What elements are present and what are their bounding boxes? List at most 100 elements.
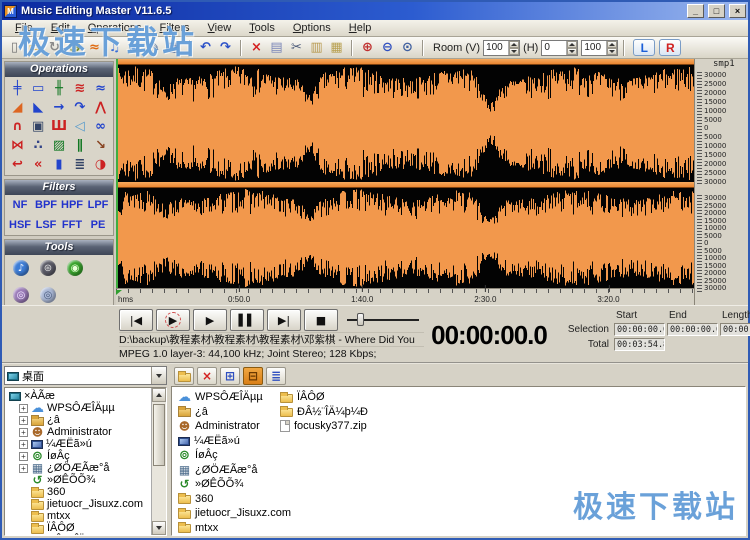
folder-go-button[interactable] <box>174 367 194 385</box>
file-list-item[interactable]: Administrator <box>178 419 280 434</box>
combobox-dropdown-button[interactable] <box>151 367 166 384</box>
expand-toggle[interactable]: + <box>19 464 28 473</box>
record-icon[interactable]: ≈ <box>85 38 104 57</box>
record-microphone-icon[interactable]: ♪ <box>13 260 29 276</box>
delete-icon[interactable]: × <box>247 38 266 57</box>
mute-icon[interactable]: ◁ <box>69 118 90 134</box>
pitch-bend-icon[interactable]: ↷ <box>69 99 90 115</box>
tree-item[interactable]: ÐÂ½¨ÎÄ¼þ¼Ð <box>7 534 151 535</box>
scatter-icon[interactable]: ∴ <box>28 137 49 153</box>
location-combobox[interactable]: 桌面 <box>4 366 167 385</box>
media-player-icon[interactable]: ◉ <box>125 38 144 57</box>
view-icons-button[interactable]: ⊞ <box>220 367 240 385</box>
loop-play-button[interactable]: ▶ <box>156 309 190 331</box>
resample-icon[interactable]: ↘ <box>90 137 111 153</box>
menu-filters[interactable]: Filters <box>151 21 199 35</box>
zoom-v-spinner[interactable]: 100 <box>483 40 520 56</box>
zoom-h-offset-spinner-value[interactable]: 0 <box>542 41 566 55</box>
tree-item[interactable]: jietuocr_Jisuxz.com <box>7 498 151 510</box>
cut-icon[interactable]: ✂ <box>287 38 306 57</box>
paste-icon[interactable]: ▥ <box>307 38 326 57</box>
zoom-h-spinner[interactable]: 100 <box>581 40 618 56</box>
menu-help[interactable]: Help <box>340 21 381 35</box>
hatch-fill-icon[interactable]: ▨ <box>49 137 70 153</box>
filter-hpf-button[interactable]: HPF <box>59 199 85 211</box>
tree-item[interactable]: ×ÀÃæ <box>7 390 151 402</box>
menu-options[interactable]: Options <box>284 21 340 35</box>
stop-button[interactable]: ■ <box>304 309 338 331</box>
delete-file-button[interactable]: × <box>197 367 217 385</box>
echo-icon[interactable]: « <box>28 156 49 172</box>
file-list-item[interactable]: WPSÔÆÎÄµµ <box>178 390 280 405</box>
spin-down-button[interactable] <box>509 48 519 55</box>
zoom-in-icon[interactable]: ⊕ <box>358 38 377 57</box>
zoom-fit-icon[interactable]: ⊙ <box>398 38 417 57</box>
menu-file[interactable]: File <box>6 21 42 35</box>
mix-paste-icon[interactable]: ☻ <box>65 38 84 57</box>
balance-icon[interactable]: ◑ <box>90 156 111 172</box>
insert-silence-icon[interactable]: ▮ <box>49 156 70 172</box>
copy-icon[interactable]: ▤ <box>267 38 286 57</box>
playhead-line[interactable] <box>116 59 118 288</box>
tone-icon[interactable]: ≈ <box>90 80 111 96</box>
zoom-h-offset-spinner[interactable]: 0 <box>541 40 578 56</box>
video-tool-icon[interactable]: ⊛ <box>40 260 56 276</box>
selection-start-field[interactable]: 00:00:00.0 <box>614 323 665 336</box>
right-channel-button[interactable]: R <box>659 39 681 56</box>
tree-item[interactable]: +¿ØÖÆÃæ°å <box>7 462 151 474</box>
file-list-item[interactable]: ÐÂ½¨ÎÄ¼þ¼Ð <box>280 405 382 420</box>
filter-nf-button[interactable]: NF <box>7 199 33 211</box>
play-button[interactable]: ▶ <box>193 309 227 331</box>
tree-item[interactable]: mtxx <box>7 510 151 522</box>
fade-out-icon[interactable]: ◣ <box>28 99 49 115</box>
file-list-item[interactable]: ¼ÆËã»ú <box>178 434 280 449</box>
tree-item[interactable]: +¼ÆËã»ú <box>7 438 151 450</box>
filter-hsf-button[interactable]: HSF <box>7 219 33 231</box>
close-button[interactable]: × <box>729 4 746 18</box>
scroll-down-button[interactable] <box>152 521 166 535</box>
chorus-icon[interactable]: ⋀ <box>90 99 111 115</box>
normalize-icon[interactable]: ╫ <box>49 80 70 96</box>
file-list-item[interactable]: »ØÊÕÕ¾ <box>178 477 280 492</box>
expand-toggle[interactable]: + <box>19 416 28 425</box>
scroll-up-button[interactable] <box>152 388 166 402</box>
web-media-icon[interactable]: ◎ <box>13 287 29 303</box>
edit-icon[interactable]: ✎ <box>145 38 164 57</box>
scrollbar-thumb[interactable] <box>153 404 165 466</box>
file-list-item[interactable]: mtxx <box>178 521 280 536</box>
slider-thumb[interactable] <box>357 313 364 326</box>
tree-scrollbar[interactable] <box>151 388 166 535</box>
undo-icon[interactable]: ↶ <box>196 38 215 57</box>
minimize-button[interactable]: _ <box>687 4 704 18</box>
expand-toggle[interactable]: + <box>19 404 28 413</box>
file-list-item[interactable]: ¿â <box>178 405 280 420</box>
new-file-icon[interactable]: ▯ <box>5 38 24 57</box>
paste-new-icon[interactable]: ▦ <box>327 38 346 57</box>
time-ruler[interactable]: hms 0:50.01:40.02:30.03:20.0 <box>116 288 694 305</box>
crossfade-icon[interactable]: ⋈ <box>7 137 28 153</box>
file-list-item[interactable]: ÍøÂç <box>178 448 280 463</box>
waveform-channel-right[interactable] <box>116 188 694 288</box>
menu-tools[interactable]: Tools <box>240 21 284 35</box>
tree-item[interactable]: +¿â <box>7 414 151 426</box>
filter-pe-button[interactable]: PE <box>85 219 111 231</box>
left-channel-button[interactable]: L <box>633 39 655 56</box>
filter-fft-button[interactable]: FFT <box>59 219 85 231</box>
filter-lpf-button[interactable]: LPF <box>85 199 111 211</box>
noise-icon[interactable]: ≋ <box>69 80 90 96</box>
file-list-item[interactable]: ÏÂÔØ <box>280 390 382 405</box>
flange-icon[interactable]: ∥ <box>69 137 90 153</box>
amplify-icon[interactable]: ╪ <box>7 80 28 96</box>
expand-toggle[interactable]: + <box>19 452 28 461</box>
file-list-item[interactable]: 360 <box>178 492 280 507</box>
tempo-icon[interactable]: Ш <box>49 118 70 134</box>
compress-icon[interactable]: ∩ <box>7 118 28 134</box>
file-list-item[interactable]: ¿ØÖÆÃæ°å <box>178 463 280 478</box>
selection-end-field[interactable]: 00:00:00.0 <box>667 323 718 336</box>
tree-item[interactable]: +WPSÔÆÎÄµµ <box>7 402 151 414</box>
menu-view[interactable]: View <box>199 21 241 35</box>
filter-bpf-button[interactable]: BPF <box>33 199 59 211</box>
spin-up-button[interactable] <box>567 41 577 48</box>
menu-operations[interactable]: Operations <box>79 21 151 35</box>
file-list-item[interactable]: jietuocr_Jisuxz.com <box>178 506 280 521</box>
